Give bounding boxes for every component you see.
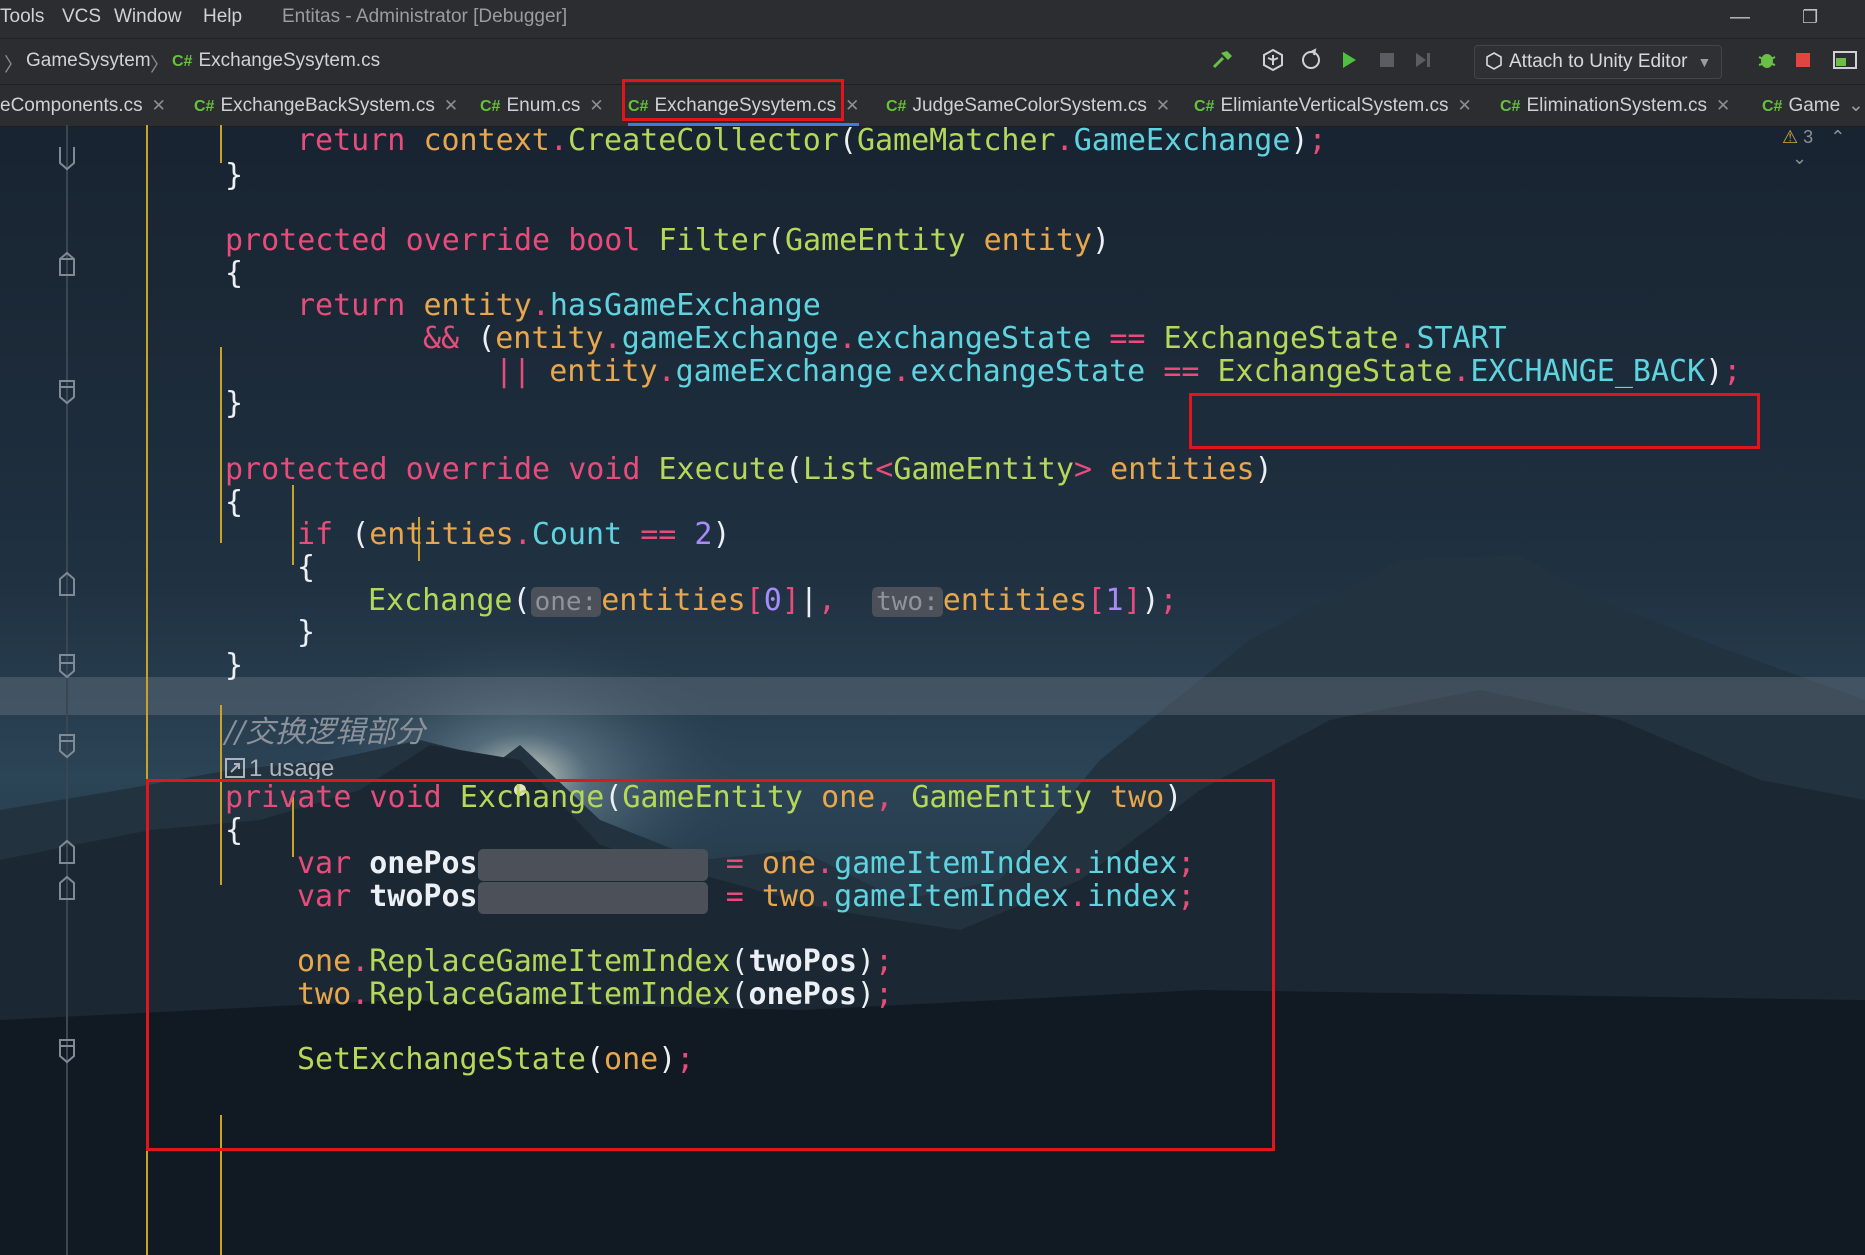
stop-debug-icon[interactable] bbox=[1790, 47, 1816, 73]
csharp-icon: C# bbox=[480, 98, 501, 115]
csharp-icon: C# bbox=[172, 53, 193, 70]
tab-enum[interactable]: C# Enum.cs ✕ bbox=[480, 85, 604, 126]
debug-bug-icon[interactable] bbox=[1754, 47, 1780, 73]
parameter-hint-two: two: bbox=[872, 587, 943, 617]
exchange-method-highlight-box bbox=[146, 779, 1275, 1151]
current-line-highlight bbox=[0, 677, 1865, 715]
indent-guide bbox=[220, 125, 222, 163]
close-icon[interactable]: ✕ bbox=[1716, 96, 1730, 115]
tab-label: Game bbox=[1788, 95, 1841, 116]
code-line: } bbox=[225, 386, 244, 421]
menu-tools[interactable]: Tools bbox=[0, 6, 44, 28]
csharp-icon: C# bbox=[1762, 98, 1783, 115]
source-code: return context.CreateCollector(GameMatch… bbox=[0, 125, 1741, 1139]
tab-elimiante-vertical-system[interactable]: C# ElimianteVerticalSystem.cs ✕ bbox=[1194, 85, 1472, 126]
exchange-back-highlight-box bbox=[1189, 393, 1760, 449]
build-hammer-icon[interactable] bbox=[1210, 47, 1236, 73]
minimize-icon[interactable]: — bbox=[1730, 6, 1750, 29]
close-icon[interactable]: ✕ bbox=[589, 96, 603, 115]
tab-label: Enum.cs bbox=[506, 95, 581, 116]
csharp-icon: C# bbox=[886, 98, 907, 115]
code-line: } bbox=[225, 648, 244, 683]
usage-link-icon bbox=[225, 758, 245, 778]
indent-guide bbox=[292, 485, 294, 565]
code-line: { bbox=[225, 485, 244, 520]
code-line: return context.CreateCollector(GameMatch… bbox=[297, 125, 1327, 158]
close-icon[interactable]: ✕ bbox=[1156, 96, 1170, 115]
indent-guide bbox=[220, 347, 222, 543]
code-line: protected override void Execute(List<Gam… bbox=[225, 452, 1273, 487]
tab-overflow-chevron-icon[interactable]: ⌄ bbox=[1848, 85, 1864, 126]
unity-attach-icon bbox=[1486, 52, 1502, 70]
ide-window: Tools VCS Window Help Entitas - Administ… bbox=[0, 0, 1865, 1255]
code-line: protected override bool Filter(GameEntit… bbox=[225, 223, 1111, 258]
tab-components[interactable]: eComponents.cs ✕ bbox=[0, 85, 166, 126]
breadcrumb-file-label: ExchangeSysytem.cs bbox=[198, 50, 381, 71]
layout-panel-icon[interactable] bbox=[1832, 47, 1858, 73]
close-icon[interactable]: ✕ bbox=[845, 96, 859, 115]
code-line: { bbox=[297, 550, 316, 585]
tab-judge-same-color-system[interactable]: C# JudgeSameColorSystem.cs ✕ bbox=[886, 85, 1170, 126]
close-icon[interactable]: ✕ bbox=[444, 96, 458, 115]
restore-icon[interactable]: ❐ bbox=[1802, 7, 1818, 28]
refresh-unity-icon[interactable] bbox=[1298, 47, 1324, 73]
tab-label: ExchangeBackSystem.cs bbox=[220, 95, 435, 116]
parameter-hint-one: one: bbox=[530, 587, 602, 617]
code-line: || entity.gameExchange.exchangeState == … bbox=[495, 354, 1742, 389]
tab-elimination-system[interactable]: C# EliminationSystem.cs ✕ bbox=[1500, 85, 1730, 126]
stop-icon[interactable] bbox=[1374, 47, 1400, 73]
navigation-bar: 〉 GameSysytem 〉 C# ExchangeSysytem.cs Att… bbox=[0, 38, 1865, 85]
step-icon[interactable] bbox=[1410, 47, 1436, 73]
menu-bar: Tools VCS Window Help Entitas - Administ… bbox=[0, 0, 1865, 38]
tab-label: EliminationSystem.cs bbox=[1526, 95, 1708, 116]
code-editor[interactable]: return context.CreateCollector(GameMatch… bbox=[0, 125, 1865, 1255]
menu-help[interactable]: Help bbox=[203, 6, 242, 28]
unity-icon[interactable] bbox=[1260, 47, 1286, 73]
code-line: } bbox=[225, 158, 244, 193]
breadcrumb-chevron-icon: 〉 bbox=[150, 55, 170, 76]
tab-label: ElimianteVerticalSystem.cs bbox=[1220, 95, 1449, 116]
menu-window[interactable]: Window bbox=[114, 6, 182, 28]
attach-label: Attach to Unity Editor bbox=[1509, 51, 1688, 72]
close-icon[interactable]: ✕ bbox=[1458, 96, 1472, 115]
csharp-icon: C# bbox=[1500, 98, 1521, 115]
code-line: } bbox=[297, 615, 316, 650]
breadcrumb-project[interactable]: GameSysytem bbox=[26, 50, 151, 72]
active-tab-highlight-box bbox=[622, 79, 844, 121]
menu-vcs[interactable]: VCS bbox=[62, 6, 101, 28]
code-line: Exchange(one: entities[0]|, two: entities[… bbox=[368, 583, 1178, 618]
tab-label: JudgeSameColorSystem.cs bbox=[912, 95, 1147, 116]
breadcrumb-chevron-icon: 〉 bbox=[4, 55, 24, 76]
close-icon[interactable]: ✕ bbox=[152, 96, 166, 115]
csharp-icon: C# bbox=[1194, 98, 1215, 115]
tab-exchange-back-system[interactable]: C# ExchangeBackSystem.cs ✕ bbox=[194, 85, 458, 126]
attach-to-unity-dropdown[interactable]: Attach to Unity Editor ▼ bbox=[1474, 45, 1723, 79]
tab-game[interactable]: C# Game bbox=[1762, 85, 1842, 126]
tab-label: eComponents.cs bbox=[0, 95, 143, 116]
run-icon[interactable] bbox=[1336, 47, 1362, 73]
chevron-down-icon: ▼ bbox=[1697, 54, 1712, 70]
code-line: if (entities.Count == 2) bbox=[297, 517, 731, 552]
breadcrumb-file[interactable]: C# ExchangeSysytem.cs bbox=[172, 50, 380, 72]
code-line: { bbox=[225, 256, 244, 291]
editor-tab-bar: eComponents.cs ✕ C# ExchangeBackSystem.cs ✕… bbox=[0, 84, 1865, 127]
window-title: Entitas - Administrator [Debugger] bbox=[282, 6, 568, 27]
csharp-icon: C# bbox=[194, 98, 215, 115]
